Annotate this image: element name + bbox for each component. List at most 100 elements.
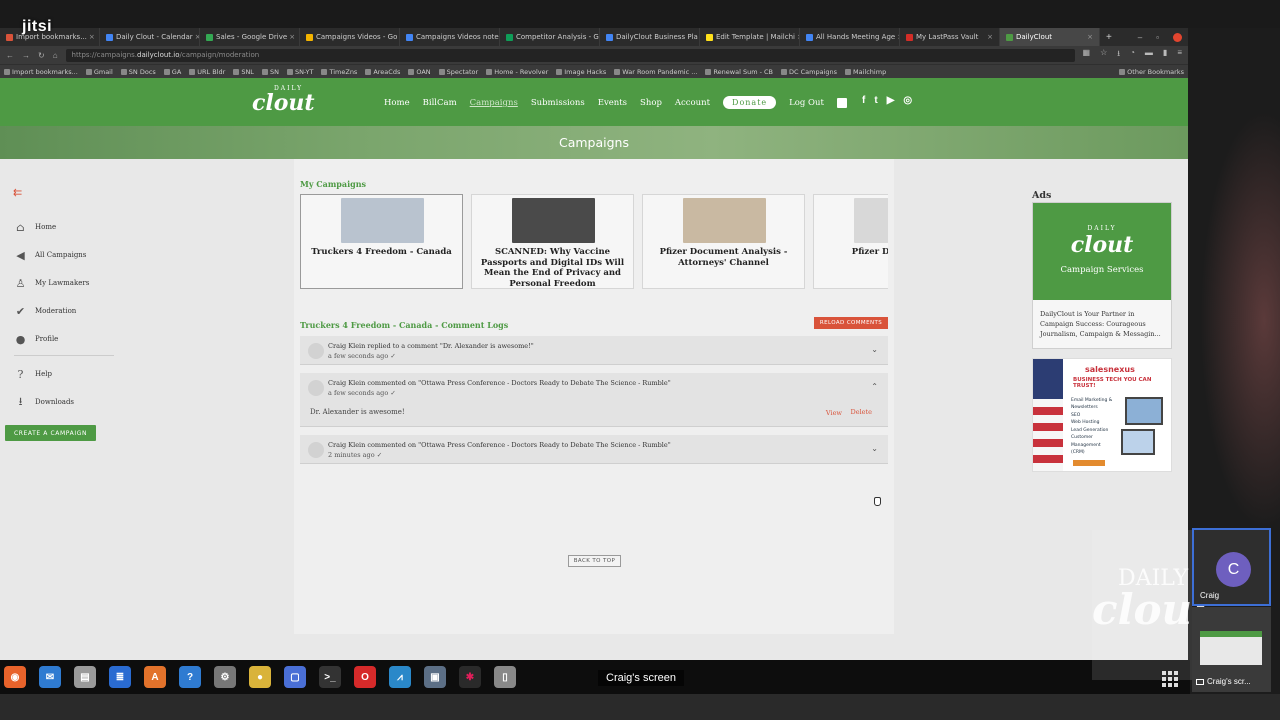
bookmark-item[interactable]: Spectator <box>438 68 478 76</box>
forward-icon[interactable]: → <box>22 51 30 60</box>
screenshot-icon[interactable]: ▢ <box>284 666 306 688</box>
files-icon[interactable]: ▤ <box>74 666 96 688</box>
other-bookmarks[interactable]: Other Bookmarks <box>1119 68 1184 76</box>
sidebar-item-my-lawmakers[interactable]: ♙ My Lawmakers <box>14 269 124 297</box>
bookmark-item[interactable]: AreaCds <box>365 68 400 76</box>
browser-tab[interactable]: Daily Clout - Calendar × <box>100 28 200 46</box>
bookmark-item[interactable]: Mailchimp <box>845 68 886 76</box>
software-center-icon[interactable]: A <box>144 666 166 688</box>
participant-tile[interactable]: C Craig <box>1192 528 1271 606</box>
account-icon[interactable]: ◔ <box>1130 48 1135 62</box>
browser-tab[interactable]: DailyClout Business Pla× <box>600 28 700 46</box>
tab-close-icon[interactable]: × <box>985 33 993 41</box>
nav-shop[interactable]: Shop <box>640 98 662 108</box>
bookmark-item[interactable]: Image Hacks <box>556 68 606 76</box>
firefox-icon[interactable]: ◉ <box>4 666 26 688</box>
nav-campaigns[interactable]: Campaigns <box>470 98 518 108</box>
bookmark-item[interactable]: War Room Pandemic ... <box>614 68 697 76</box>
sidebar-item-help[interactable]: ? Help <box>14 360 124 388</box>
nav-account[interactable]: Account <box>675 98 710 108</box>
browser-tab[interactable]: Campaigns Videos note× <box>400 28 500 46</box>
bookmark-item[interactable]: SNL <box>233 68 254 76</box>
tab-close-icon[interactable]: × <box>287 33 295 41</box>
browser-tab[interactable]: Competitor Analysis - G× <box>500 28 600 46</box>
campaign-card[interactable]: Truckers 4 Freedom - Canada <box>300 194 463 289</box>
bookmark-item[interactable]: URL Bldr <box>189 68 225 76</box>
nav-events[interactable]: Events <box>598 98 627 108</box>
chevron-down-icon[interactable]: ⌄ <box>871 345 878 354</box>
back-to-top-button[interactable]: BACK TO TOP <box>568 555 621 567</box>
browser-tab[interactable]: All Hands Meeting Age× <box>800 28 900 46</box>
thunderbird-icon[interactable]: ✉ <box>39 666 61 688</box>
browser-tab[interactable]: Sales - Google Drive × <box>200 28 300 46</box>
comment-log-row[interactable]: Craig Klein replied to a comment "Dr. Al… <box>300 336 888 365</box>
settings-icon[interactable]: ⚙ <box>214 666 236 688</box>
bookmark-item[interactable]: Renewal Sum - CB <box>705 68 773 76</box>
menu-icon[interactable]: ≡ <box>1177 48 1182 62</box>
campaign-card[interactable]: Pfizer Document Analysis - Attorneys' Ch… <box>642 194 805 289</box>
bookmark-star-icon[interactable]: ☆ <box>1100 48 1107 62</box>
extensions-icon[interactable]: ▦ <box>1083 48 1091 62</box>
bookmark-item[interactable]: GA <box>163 68 181 76</box>
dailyclout-ad[interactable]: DAILY clout Campaign Services DailyClout… <box>1032 202 1172 349</box>
bookmark-item[interactable]: DC Campaigns <box>781 68 837 76</box>
sidebar-item-downloads[interactable]: ⭳ Downloads <box>14 388 124 416</box>
twitter-icon[interactable]: t <box>874 95 877 106</box>
nav-home[interactable]: Home <box>384 98 410 108</box>
slack-icon[interactable]: ✱ <box>459 666 481 688</box>
delete-link[interactable]: Delete <box>851 408 872 416</box>
browser-tab[interactable]: Campaigns Videos - Go× <box>300 28 400 46</box>
tab-close-icon[interactable]: × <box>87 33 95 41</box>
new-tab-button[interactable]: + <box>1100 32 1118 43</box>
opera-icon[interactable]: O <box>354 666 376 688</box>
writer-icon[interactable]: ≣ <box>109 666 131 688</box>
youtube-icon[interactable]: ▶ <box>887 95 895 106</box>
bookmark-item[interactable]: SN-YT <box>286 68 313 76</box>
bookmark-item[interactable]: Home - Revolver <box>486 68 548 76</box>
media-icon[interactable]: ● <box>249 666 271 688</box>
sidebar-item-profile[interactable]: ● Profile <box>14 325 124 353</box>
campaign-card[interactable]: Pfizer Docum War <box>813 194 888 289</box>
instagram-icon[interactable]: ◎ <box>903 95 912 106</box>
ad-cta-button[interactable] <box>1073 460 1105 466</box>
home-icon[interactable]: ⌂ <box>53 51 58 60</box>
addon-icon[interactable]: ▮ <box>1163 48 1167 62</box>
minimize-icon[interactable]: – <box>1138 33 1142 42</box>
bookmark-item[interactable]: SN Docs <box>120 68 156 76</box>
image-viewer-icon[interactable]: ▣ <box>424 666 446 688</box>
reload-comments-button[interactable]: RELOAD COMMENTS <box>814 317 888 329</box>
nav-submissions[interactable]: Submissions <box>531 98 585 108</box>
comment-log-row[interactable]: Craig Klein commented on "Ottawa Press C… <box>300 435 888 464</box>
sidebar-item-all-campaigns[interactable]: ◀ All Campaigns <box>14 241 124 269</box>
donate-button[interactable]: Donate <box>723 96 777 109</box>
create-campaign-button[interactable]: CREATE A CAMPAIGN <box>5 425 96 441</box>
screen-share-tile[interactable]: Craig's scr... <box>1192 607 1271 692</box>
lastpass-icon[interactable]: ▬ <box>1145 48 1153 62</box>
campaign-card[interactable]: SCANNED: Why Vaccine Passports and Digit… <box>471 194 634 289</box>
sidebar-item-home[interactable]: ⌂ Home <box>14 213 124 241</box>
salesnexus-ad[interactable]: salesnexus BUSINESS TECH YOU CAN TRUST! … <box>1032 358 1172 472</box>
terminal-icon[interactable]: >_ <box>319 666 341 688</box>
bookmark-item[interactable]: Import bookmarks... <box>4 68 78 76</box>
bookmark-item[interactable]: TimeZns <box>321 68 357 76</box>
bookmark-item[interactable]: Gmail <box>85 68 113 76</box>
comment-log-row[interactable]: Craig Klein commented on "Ottawa Press C… <box>300 373 888 427</box>
chevron-down-icon[interactable]: ⌄ <box>871 444 878 453</box>
address-bar[interactable]: https://campaigns. dailyclout.io /campai… <box>65 48 1075 62</box>
browser-tab[interactable]: My LastPass Vault × <box>900 28 1000 46</box>
bookmark-item[interactable]: SN <box>261 68 279 76</box>
bookmark-item[interactable]: OAN <box>408 68 431 76</box>
sidebar-item-moderation[interactable]: ✔ Moderation <box>14 297 124 325</box>
browser-tab[interactable]: Edit Template | Mailchi× <box>700 28 800 46</box>
download-icon[interactable]: ⭳ <box>1117 48 1120 62</box>
view-link[interactable]: View <box>826 409 842 417</box>
nav-billcam[interactable]: BillCam <box>423 98 457 108</box>
dailyclout-logo[interactable]: DAILY clout <box>252 86 315 115</box>
logout-link[interactable]: Log Out <box>789 98 824 108</box>
reload-icon[interactable]: ↻ <box>38 51 45 60</box>
collapse-sidebar-icon[interactable]: ⇇ <box>13 186 22 199</box>
chart-app-icon[interactable]: ⩘ <box>389 666 411 688</box>
chevron-up-icon[interactable]: ⌃ <box>871 382 878 391</box>
tab-close-icon[interactable]: × <box>1085 33 1093 41</box>
help-icon[interactable]: ? <box>179 666 201 688</box>
